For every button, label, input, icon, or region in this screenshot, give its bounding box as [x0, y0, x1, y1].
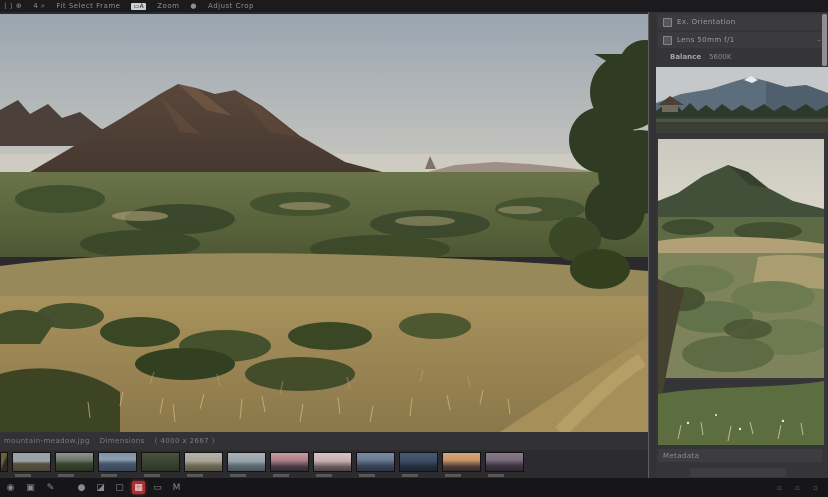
thumbnail-caption-bar — [101, 474, 117, 477]
os-taskbar: ◉ ▣ ✎ ● ◪ ▢ ▦ ▭ M ▫ ▫ ▫ — [0, 478, 828, 497]
panel-row-lens[interactable]: Lens 50mm f/1 – — [658, 32, 826, 48]
preview-thumbnail-pano[interactable] — [656, 67, 828, 133]
pano-preview-image — [656, 67, 828, 133]
filmstrip-thumbnail[interactable] — [485, 452, 524, 472]
filmstrip-thumbnail[interactable] — [442, 452, 481, 472]
tray-icon-2[interactable]: ▫ — [793, 483, 802, 492]
app-icon-5[interactable]: ▭ — [151, 481, 164, 494]
balance-label: Balance — [670, 53, 701, 61]
thumbnail-caption-bar — [187, 474, 203, 477]
metadata-panel: Ex. Orientation Lens 50mm f/1 – Balance … — [656, 12, 828, 478]
tray-icon-1[interactable]: ▫ — [775, 483, 784, 492]
filmstrip-thumbnail[interactable] — [313, 452, 352, 472]
metadata-section-header[interactable]: Metadata — [658, 449, 822, 462]
large-preview-image — [658, 139, 824, 445]
panel-scrollbar[interactable] — [822, 14, 827, 66]
orientation-label: Ex. Orientation — [677, 18, 821, 26]
toolbar-highlighted-icon[interactable]: ▭A — [131, 3, 146, 10]
status-filename: mountain-meadow.jpg — [4, 437, 90, 445]
app-icon-3[interactable]: ▢ — [113, 481, 126, 494]
lens-label: Lens 50mm f/1 — [677, 36, 813, 44]
balance-value: 5600K — [709, 53, 731, 61]
filmstrip-thumbnail[interactable] — [227, 452, 266, 472]
taskbar-apps: ● ◪ ▢ ▦ ▭ M — [75, 481, 183, 494]
system-tray: ▫ ▫ ▫ — [775, 483, 820, 492]
preview-thumbnail-large[interactable] — [658, 139, 824, 445]
thumbnail-caption-bar — [230, 474, 246, 477]
image-status-bar: mountain-meadow.jpg Dimensions ( 4000 x … — [0, 432, 648, 450]
main-area: mountain-meadow.jpg Dimensions ( 4000 x … — [0, 12, 828, 478]
thumbnail-caption-bar — [15, 474, 31, 477]
thumbnail-caption-bar — [359, 474, 375, 477]
thumbnail-caption-bar — [445, 474, 461, 477]
app-icon-1[interactable]: ● — [75, 481, 88, 494]
thumbnail-caption-bar — [316, 474, 332, 477]
app-icon-2[interactable]: ◪ — [94, 481, 107, 494]
toolbar-adjust-buttons[interactable]: Adjust Crop — [208, 2, 254, 10]
metadata-label: Metadata — [663, 452, 699, 460]
editor-launcher-icon[interactable]: ✎ — [44, 481, 57, 494]
orientation-icon — [663, 18, 672, 27]
panel-row-balance[interactable]: Balance 5600K — [666, 50, 826, 63]
app-icon-6[interactable]: M — [170, 481, 183, 494]
panel-row-orientation[interactable]: Ex. Orientation — [658, 14, 826, 30]
thumbnail-caption-bar — [273, 474, 289, 477]
filmstrip-thumbnail[interactable] — [141, 452, 180, 472]
filmstrip-thumbnail[interactable] — [356, 452, 395, 472]
active-app-icon[interactable]: ▦ — [132, 481, 145, 494]
toolbar-nav-buttons[interactable]: ⟨ ⟩ ⊕ — [4, 2, 22, 10]
filmstrip-thumbnail[interactable] — [184, 452, 223, 472]
image-viewport[interactable] — [0, 12, 648, 432]
toolbar-dot-icon: ● — [190, 2, 197, 10]
status-dimensions-value: ( 4000 x 2667 ) — [155, 437, 215, 445]
filmstrip-thumbnail[interactable] — [270, 452, 309, 472]
filmstrip-thumbnail[interactable] — [98, 452, 137, 472]
panel-divider[interactable] — [648, 12, 656, 478]
toolbar-fit-buttons[interactable]: Fit Select Frame — [56, 2, 120, 10]
empty-metadata-row — [690, 468, 786, 477]
thumbnail-caption-bar — [402, 474, 418, 477]
toolbar-zoom-buttons[interactable]: 4 ⌕ — [33, 2, 45, 10]
status-dimensions-label: Dimensions — [100, 437, 145, 445]
taskbar-launchers: ◉ ▣ ✎ — [4, 481, 57, 494]
filmstrip-thumbnail[interactable] — [12, 452, 51, 472]
main-photo-landscape — [0, 14, 648, 432]
start-menu-icon[interactable]: ◉ — [4, 481, 17, 494]
thumbnail-caption-bar — [488, 474, 504, 477]
thumbnail-caption-bar — [58, 474, 74, 477]
lens-icon — [663, 36, 672, 45]
files-launcher-icon[interactable]: ▣ — [24, 481, 37, 494]
toolbar-zoom-label[interactable]: Zoom — [157, 2, 179, 10]
filmstrip-thumbnail[interactable] — [0, 452, 8, 472]
top-toolbar: ⟨ ⟩ ⊕ 4 ⌕ Fit Select Frame ▭A Zoom ● Adj… — [0, 0, 828, 12]
filmstrip-thumbnail[interactable] — [399, 452, 438, 472]
filmstrip-thumbnail[interactable] — [55, 452, 94, 472]
editor-column: mountain-meadow.jpg Dimensions ( 4000 x … — [0, 12, 648, 478]
filmstrip[interactable] — [0, 450, 648, 478]
thumbnail-caption-bar — [144, 474, 160, 477]
collapse-icon[interactable]: – — [818, 36, 822, 44]
tray-icon-3[interactable]: ▫ — [811, 483, 820, 492]
